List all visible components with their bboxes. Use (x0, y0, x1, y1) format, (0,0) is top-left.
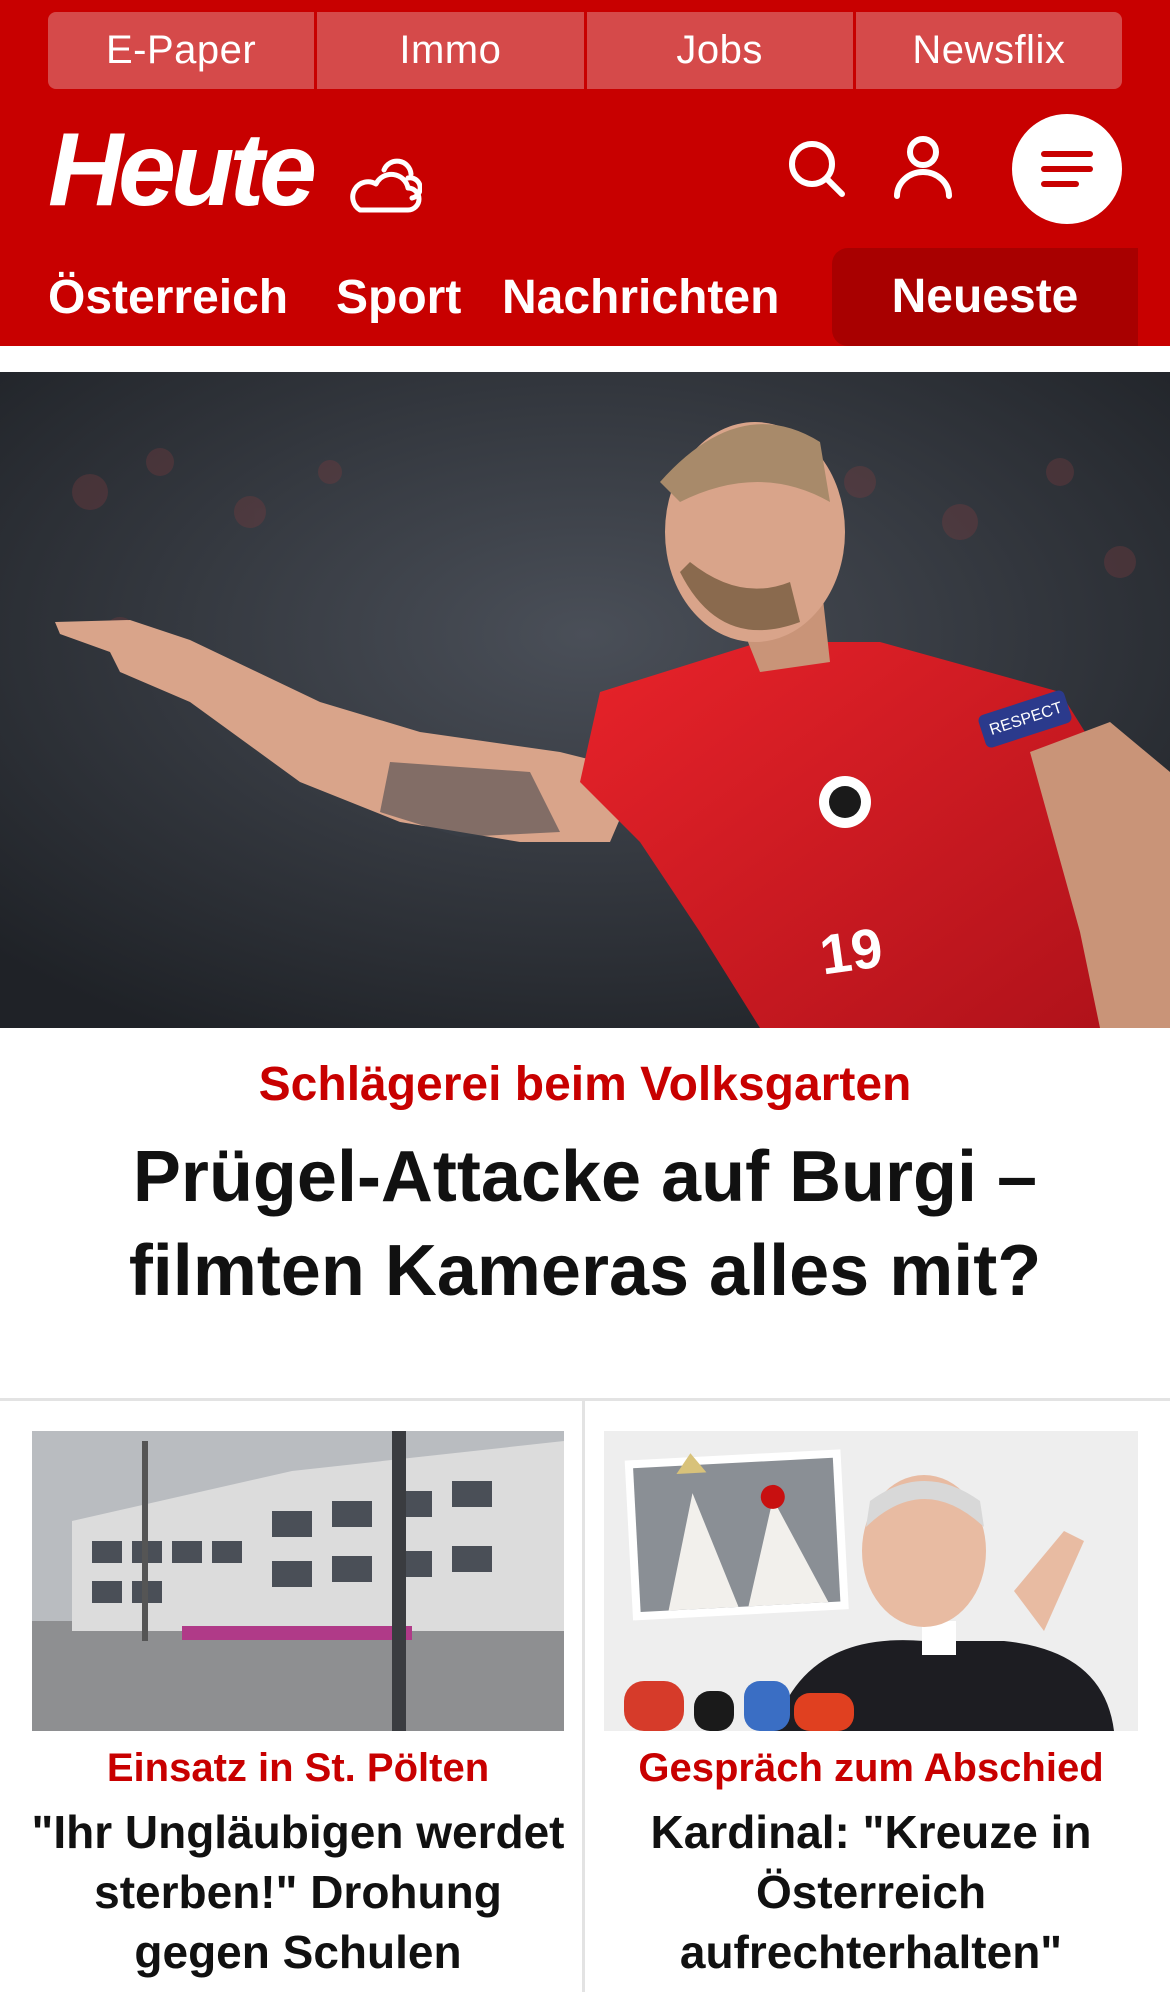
nav-tab-neueste[interactable]: Neueste (832, 248, 1138, 346)
search-icon[interactable] (786, 138, 848, 200)
nav-tab-oesterreich[interactable]: Österreich (48, 258, 288, 338)
top-nav-immo[interactable]: Immo (314, 12, 584, 89)
teaser-kicker-left[interactable]: Einsatz in St. Pölten (32, 1736, 564, 1800)
top-nav-newsflix[interactable]: Newsflix (852, 12, 1122, 89)
hero-kicker[interactable]: Schlägerei beim Volksgarten (0, 1050, 1170, 1120)
jersey-number: 19 (816, 915, 886, 986)
top-nav-jobs[interactable]: Jobs (583, 12, 853, 89)
section-divider (0, 1398, 1170, 1401)
hero-photo-football-player: RESPECT 19 (0, 372, 1170, 1028)
top-nav: E-Paper Immo Jobs Newsflix (48, 12, 1122, 89)
hero-image[interactable]: RESPECT 19 (0, 372, 1170, 1028)
teaser-headline-right[interactable]: Kardinal: "Kreuze in Österreich aufrecht… (612, 1802, 1130, 1982)
teaser-kicker-right[interactable]: Gespräch zum Abschied (604, 1736, 1138, 1800)
nav-tab-nachrichten[interactable]: Nachrichten (502, 258, 779, 338)
school-building-photo (32, 1431, 564, 1731)
menu-button[interactable] (1012, 114, 1122, 224)
top-nav-epaper[interactable]: E-Paper (48, 12, 315, 89)
teaser-headline-left[interactable]: "Ihr Ungläubigen werdet sterben!" Drohun… (24, 1802, 572, 1982)
cardinal-photo (604, 1431, 1138, 1731)
hero-headline[interactable]: Prügel-Attacke auf Burgi – filmten Kamer… (60, 1130, 1110, 1318)
site-logo[interactable]: Heute (48, 110, 317, 230)
user-icon[interactable] (892, 134, 954, 200)
menu-icon (1041, 151, 1093, 187)
teaser-image-cardinal[interactable] (604, 1431, 1138, 1731)
column-divider (582, 1401, 585, 1992)
cloud-sun-icon[interactable] (346, 148, 422, 218)
teaser-image-school[interactable] (32, 1431, 564, 1731)
site-header: E-Paper Immo Jobs Newsflix Heute Österre… (0, 0, 1170, 346)
nav-tab-sport[interactable]: Sport (336, 258, 461, 338)
